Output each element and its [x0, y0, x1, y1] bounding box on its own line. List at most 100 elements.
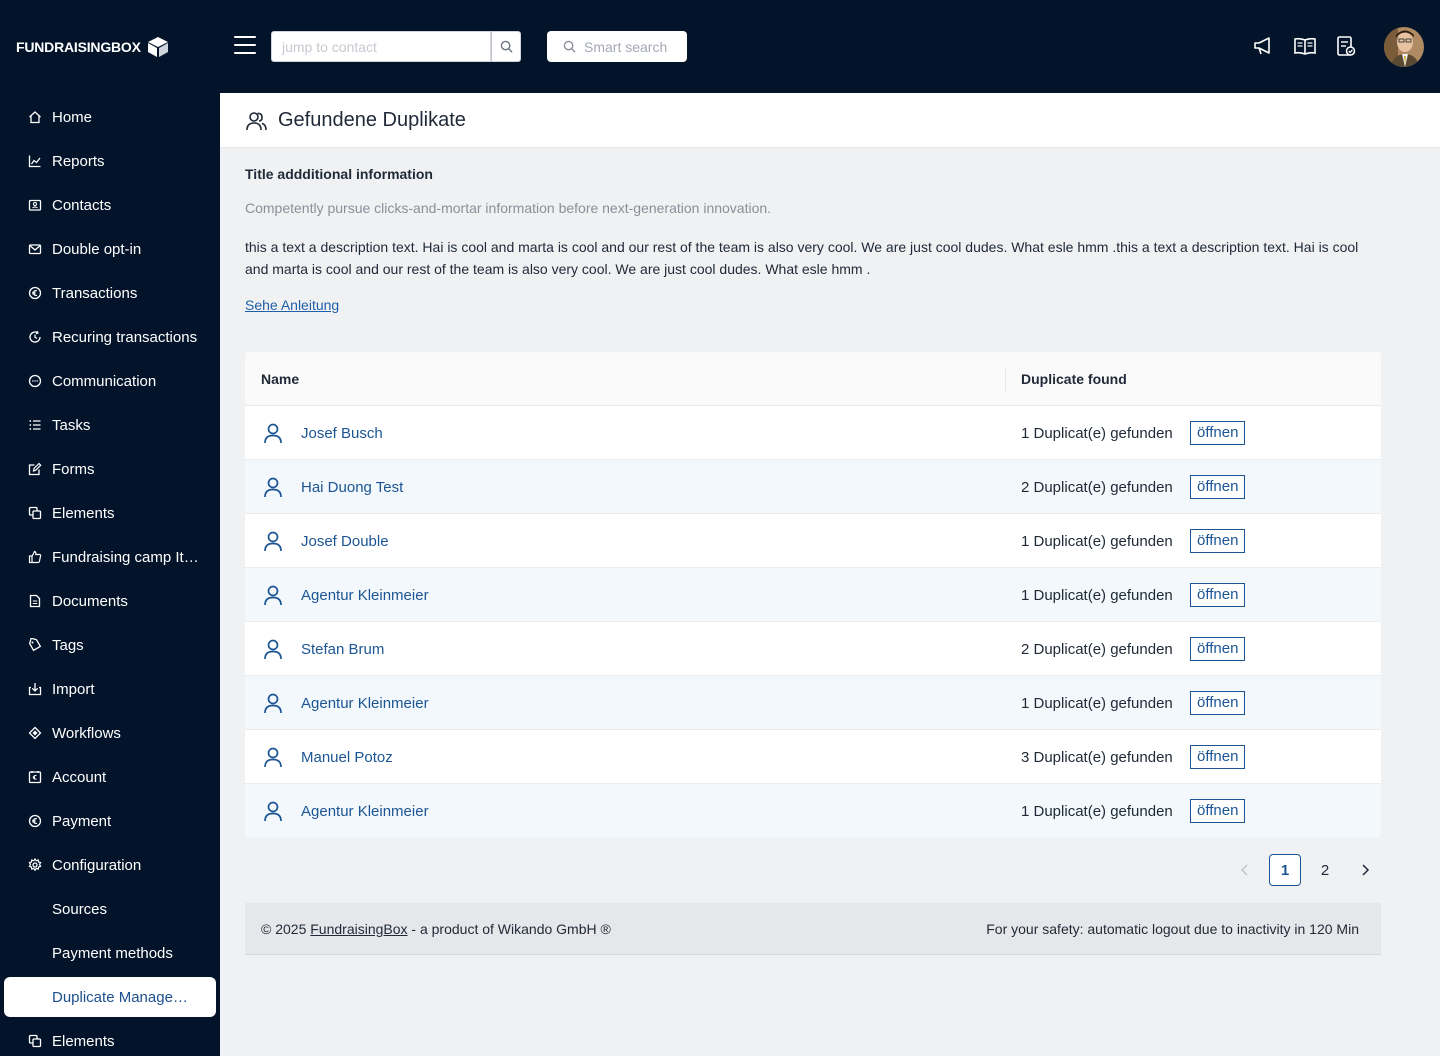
column-header-name[interactable]: Name — [261, 371, 299, 387]
sidebar-item-label: Account — [52, 768, 107, 786]
help-docs-button[interactable] — [1293, 34, 1317, 58]
sidebar-item-label: Payment methods — [52, 944, 173, 962]
fundraisingbox-link[interactable]: FundraisingBox — [310, 921, 407, 937]
avatar-photo — [1384, 27, 1424, 67]
sidebar-item-import[interactable]: Import — [4, 669, 216, 709]
euro-icon — [28, 286, 42, 300]
sidebar-item-label: Sources — [52, 900, 108, 918]
sidebar-item-payment[interactable]: Payment — [4, 801, 216, 841]
tasks-button[interactable] — [1334, 34, 1358, 58]
open-duplicate-button[interactable]: öffnen — [1190, 583, 1246, 607]
sidebar-item-communication[interactable]: Communication — [4, 361, 216, 401]
contact-name-link[interactable]: Agentur Kleinmeier — [301, 695, 429, 712]
open-duplicate-button[interactable]: öffnen — [1190, 421, 1246, 445]
sidebar-item-contacts[interactable]: Contacts — [4, 185, 216, 225]
footer-copyright: © 2025 FundraisingBox - a product of Wik… — [261, 921, 611, 937]
logo-text: FUNDRAISINGBOX — [16, 39, 141, 55]
pagination: 1 2 — [1229, 854, 1381, 886]
sidebar-item-label: Elements — [52, 504, 115, 522]
sidebar-item-label: Double opt-in — [52, 240, 142, 258]
gear-icon — [28, 858, 42, 872]
smart-search-button[interactable]: Smart search — [547, 31, 687, 62]
next-page-button[interactable] — [1349, 854, 1381, 886]
sidebar-item-recuring-transactions[interactable]: Recuring transactions — [4, 317, 216, 357]
guide-link[interactable]: Sehe Anleitung — [245, 297, 339, 313]
table-row: Agentur Kleinmeier 1 Duplicat(e) gefunden… — [245, 784, 1381, 838]
sidebar-item-duplicate-management[interactable]: Duplicate Management — [4, 977, 216, 1017]
announcements-button[interactable] — [1252, 34, 1276, 58]
info-subtitle: Competently pursue clicks-and-mortar inf… — [245, 200, 772, 216]
jump-to-contact-input[interactable] — [271, 31, 491, 62]
sidebar-item-documents[interactable]: Documents — [4, 581, 216, 621]
sidebar-item-label: Transactions — [52, 284, 138, 302]
sidebar-item-elements[interactable]: Elements — [4, 493, 216, 533]
table-row: Agentur Kleinmeier 1 Duplicat(e) gefunden… — [245, 568, 1381, 622]
cube-icon — [147, 37, 168, 57]
sidebar-item-double-opt-in[interactable]: Double opt-in — [4, 229, 216, 269]
table-header: Name Duplicate found — [245, 352, 1381, 406]
contact-name-link[interactable]: Hai Duong Test — [301, 479, 403, 496]
open-duplicate-button[interactable]: öffnen — [1190, 691, 1246, 715]
sidebar-item-home[interactable]: Home — [4, 97, 216, 137]
column-header-duplicate-found[interactable]: Duplicate found — [1021, 371, 1127, 387]
sidebar-item-reports[interactable]: Reports — [4, 141, 216, 181]
sidebar-item-label: Communication — [52, 372, 157, 390]
contact-card-icon — [28, 199, 42, 211]
duplicate-count: 1 Duplicat(e) gefunden — [1021, 695, 1173, 712]
page-title: Gefundene Duplikate — [278, 109, 466, 131]
sidebar-item-label: Duplicate Management — [52, 988, 198, 1006]
search-icon — [500, 40, 513, 53]
contact-name-link[interactable]: Agentur Kleinmeier — [301, 587, 429, 604]
page-header: Gefundene Duplikate — [220, 93, 1440, 148]
logo[interactable]: FUNDRAISINGBOX — [16, 36, 169, 58]
open-duplicate-button[interactable]: öffnen — [1190, 529, 1246, 553]
sidebar-item-tags[interactable]: Tags — [4, 625, 216, 665]
account-icon — [28, 771, 42, 784]
open-duplicate-button[interactable]: öffnen — [1190, 475, 1246, 499]
menu-toggle-button[interactable] — [234, 36, 256, 56]
prev-page-button[interactable] — [1229, 854, 1261, 886]
duplicate-users-icon — [246, 112, 267, 131]
checklist-icon — [1337, 36, 1356, 56]
contact-name-link[interactable]: Manuel Potoz — [301, 749, 393, 766]
jump-to-contact — [271, 31, 521, 62]
contact-name-link[interactable]: Josef Double — [301, 533, 389, 550]
page-2-button[interactable]: 2 — [1309, 854, 1341, 886]
table-row: Agentur Kleinmeier 1 Duplicat(e) gefunden… — [245, 676, 1381, 730]
table-row: Josef Busch 1 Duplicat(e) gefunden öffnen — [245, 406, 1381, 460]
page-1-button[interactable]: 1 — [1269, 854, 1301, 886]
contact-name-link[interactable]: Agentur Kleinmeier — [301, 803, 429, 820]
sidebar-item-label: Documents — [52, 592, 128, 610]
contact-name-link[interactable]: Stefan Brum — [301, 641, 384, 658]
open-duplicate-button[interactable]: öffnen — [1190, 799, 1246, 823]
sidebar-item-elements[interactable]: Elements — [4, 1021, 216, 1056]
sidebar-item-tasks[interactable]: Tasks — [4, 405, 216, 445]
duplicate-count: 3 Duplicat(e) gefunden — [1021, 749, 1173, 766]
sidebar-item-forms[interactable]: Forms — [4, 449, 216, 489]
duplicate-count: 1 Duplicat(e) gefunden — [1021, 425, 1173, 442]
book-icon — [1294, 37, 1316, 55]
sidebar-item-configuration[interactable]: Configuration — [4, 845, 216, 885]
table-row: Hai Duong Test 2 Duplicat(e) gefunden öffn… — [245, 460, 1381, 514]
duplicates-table: Name Duplicate found Josef Busch 1 Duplic… — [245, 352, 1381, 838]
sidebar-item-fundraising-camp-item[interactable]: Fundraising camp Item — [4, 537, 216, 577]
open-duplicate-button[interactable]: öffnen — [1190, 745, 1246, 769]
user-icon — [264, 747, 282, 768]
jump-search-button[interactable] — [491, 31, 521, 62]
sidebar-item-label: Workflows — [52, 724, 121, 742]
contact-name-link[interactable]: Josef Busch — [301, 425, 383, 442]
sidebar-item-account[interactable]: Account — [4, 757, 216, 797]
sidebar-item-workflows[interactable]: Workflows — [4, 713, 216, 753]
mail-icon — [28, 244, 42, 255]
list-icon — [29, 420, 41, 430]
sidebar-item-sources[interactable]: Sources — [4, 889, 216, 929]
sidebar-item-payment-methods[interactable]: Payment methods — [4, 933, 216, 973]
info-title: Title addditional information — [245, 166, 433, 182]
user-avatar[interactable] — [1384, 27, 1424, 67]
sidebar-item-transactions[interactable]: Transactions — [4, 273, 216, 313]
euro-icon — [28, 814, 42, 828]
home-icon — [29, 111, 41, 124]
open-duplicate-button[interactable]: öffnen — [1190, 637, 1246, 661]
sidebar-item-label: Recuring transactions — [52, 328, 198, 346]
tag-icon — [28, 638, 42, 652]
